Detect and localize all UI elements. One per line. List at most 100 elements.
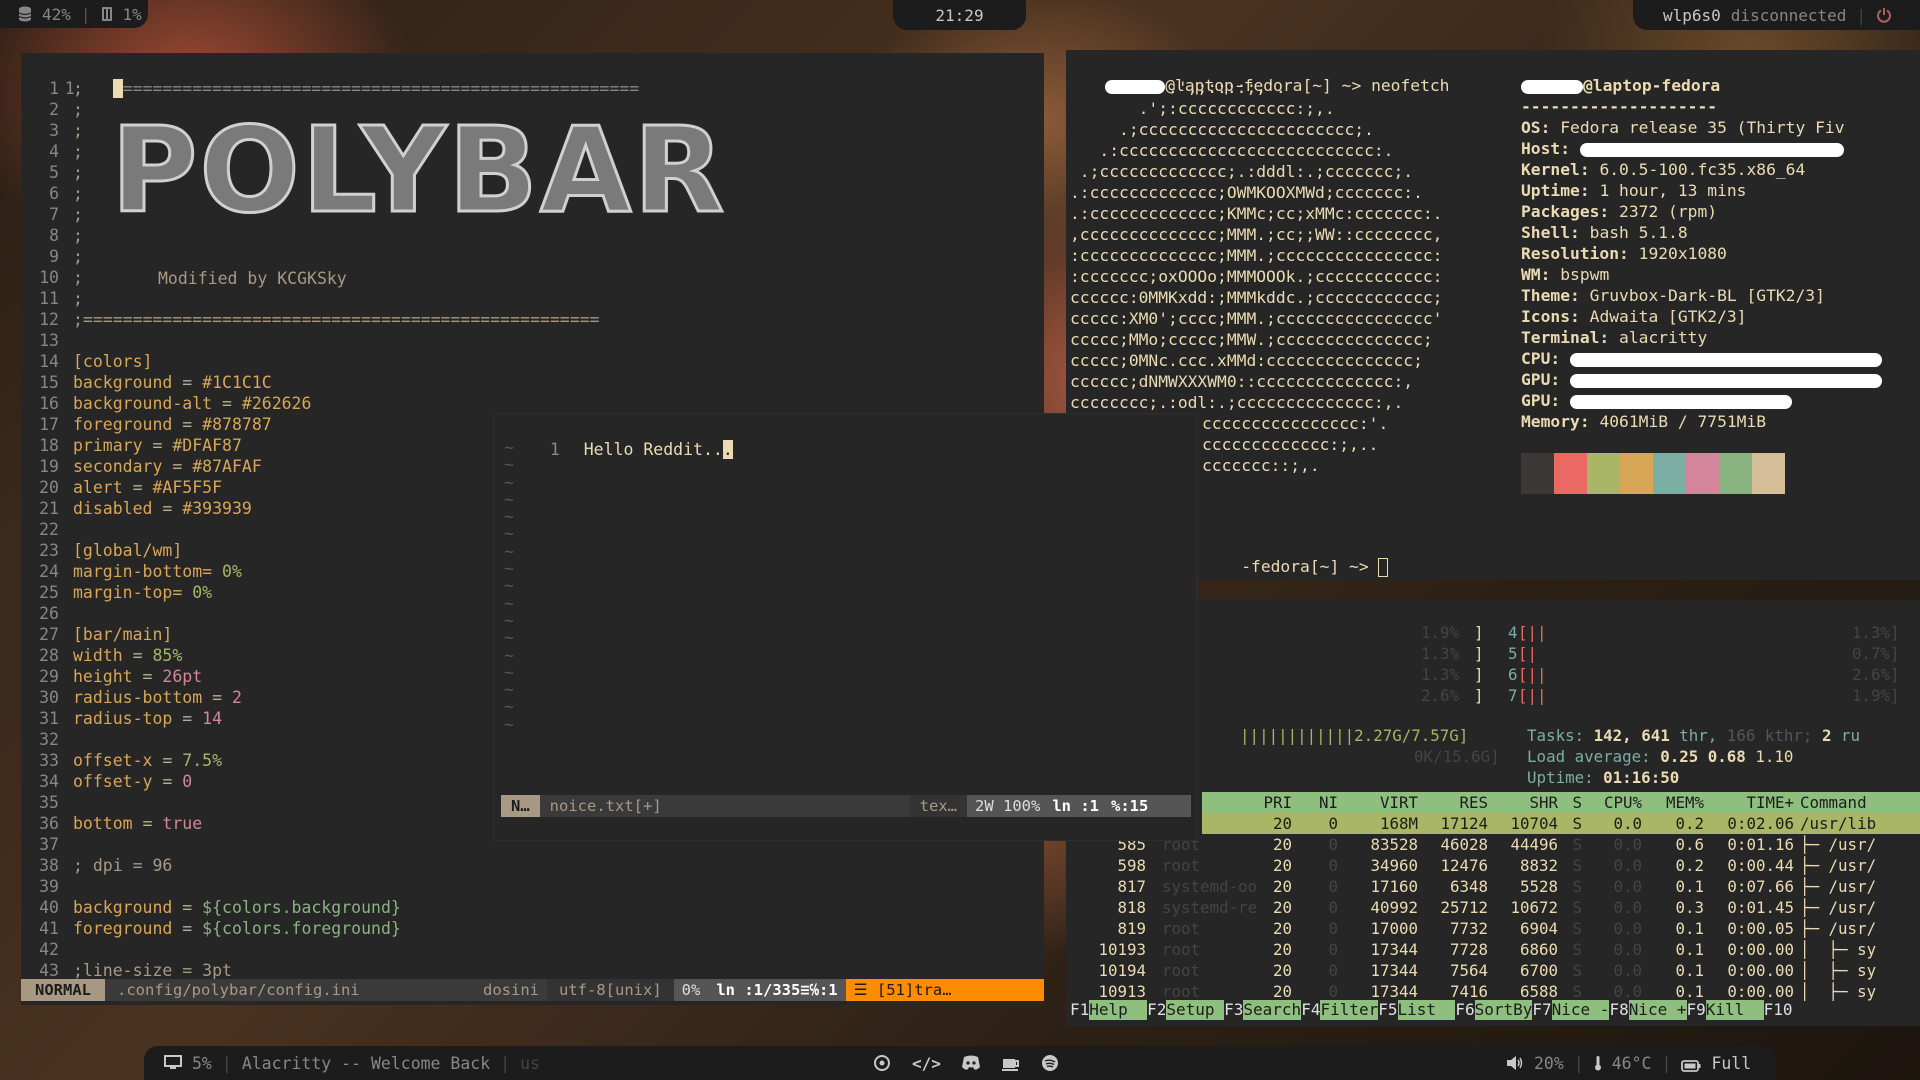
line-number: 15 — [39, 373, 59, 392]
tilde-marker: ~ — [504, 507, 514, 527]
process-s: S — [1572, 940, 1582, 959]
terminal-prompt: @laptop-fedora[~] ~> neofetch — [1066, 54, 1920, 95]
editor-header-line: 1 ======================================… — [21, 57, 1044, 98]
config-key: height — [73, 667, 133, 686]
process-cmd: ├─ /usr/ — [1800, 856, 1877, 875]
word-info: 2W 100% — [967, 795, 1049, 817]
process-row[interactable]: 10913 root 20 0 17344 7416 6588 S 0.0 0.1 0:00.00 │… — [1066, 981, 1920, 1002]
monitor-icon — [164, 1055, 182, 1071]
process-row[interactable]: 10193 root 20 0 17344 7728 6860 S 0.0 0.1 0:00.00 │… — [1066, 939, 1920, 960]
discord-icon[interactable] — [961, 1054, 981, 1072]
palette-swatch — [1620, 453, 1653, 494]
line-number: 25 — [39, 583, 59, 602]
tilde-marker: ~ — [504, 472, 514, 492]
line-number: 7 — [49, 205, 59, 224]
info-row: Uptime: 1 hour, 13 mins — [1521, 180, 1882, 201]
process-user: root — [1162, 919, 1201, 938]
process-table[interactable]: 20 0 168M 17124 10704 S 0.0 0.2 0:02.06/usr/lib 5… — [1066, 813, 1920, 1002]
tilde-marker: ~ — [504, 541, 514, 561]
fkey-f8[interactable]: F8 Nice + — [1609, 1000, 1687, 1020]
process-res: 7416 — [1449, 982, 1488, 1001]
process-row[interactable]: 20 0 168M 17124 10704 S 0.0 0.2 0:02.06/usr/lib — [1202, 813, 1920, 834]
terminal-prompt-2[interactable]: -fedora[~] ~> — [1202, 535, 1389, 577]
line-number: 33 — [39, 751, 59, 770]
process-user: root — [1162, 961, 1201, 980]
load5: 0.68 — [1707, 747, 1746, 766]
fkey-f7[interactable]: F7 Nice - — [1532, 1000, 1610, 1020]
process-ni: 0 — [1328, 961, 1338, 980]
equals-sign: = — [122, 478, 153, 497]
power-icon[interactable] — [1876, 7, 1892, 23]
cpu-bar: [| — [1518, 644, 1538, 663]
line-number: 36 — [39, 814, 59, 833]
config-value: #87AFAF — [192, 457, 262, 476]
equals-sign — [182, 583, 192, 602]
logo-line: cccccc:0MMKxdd:;MMMkddc.;cccccccccccc; — [1070, 288, 1443, 307]
equals-sign: = — [172, 709, 203, 728]
process-pri: 20 — [1272, 919, 1292, 938]
spotify-icon[interactable] — [1041, 1054, 1059, 1072]
process-ni: 0 — [1328, 835, 1338, 854]
editor-line: 9; — [21, 246, 1044, 267]
config-key: foreground — [73, 415, 173, 434]
fkey-f2[interactable]: F2 Setup — [1147, 1000, 1225, 1020]
equals-sign: = — [122, 646, 153, 665]
process-row[interactable]: 10194 root 20 0 17344 7564 6700 S 0.0 0.1 0:00.00 │… — [1066, 960, 1920, 981]
process-res: 17124 — [1440, 814, 1488, 833]
cpu-percent: 2.6% — [1421, 686, 1460, 705]
editor-line: 43 ;line-size = 3pt — [21, 960, 1044, 981]
process-row[interactable]: 817 systemd-oo 20 0 17160 6348 5528 S 0.0 0.1 0:07… — [1066, 876, 1920, 897]
process-time: 0:01.45 — [1727, 898, 1794, 917]
column-header: NI — [1318, 793, 1338, 812]
line-number: 37 — [39, 835, 59, 854]
process-row[interactable]: 818 systemd-re 20 0 40992 25712 10672 S 0.0 0.3 0:… — [1066, 897, 1920, 918]
tilde-marker: ~ — [504, 697, 514, 717]
column-header: CPU% — [1603, 793, 1642, 812]
process-pid: 818 — [1117, 898, 1146, 917]
neofetch-info: @laptop-fedora -------------------- OS: … — [1521, 75, 1883, 432]
process-row[interactable]: 819 root 20 0 17000 7732 6904 S 0.0 0.1 0:00.05 ├─ … — [1066, 918, 1920, 939]
fkey-f4[interactable]: F4 Filter — [1301, 1000, 1379, 1020]
divider: | — [221, 1053, 232, 1073]
filetype: dosini — [483, 981, 539, 999]
process-s: S — [1572, 814, 1582, 833]
float-editor-line[interactable]: 1 Hello Reddit... — [494, 418, 1196, 459]
process-row[interactable]: 598 root 20 0 34960 12476 8832 S 0.0 0.2 0:00.44 ├─… — [1066, 855, 1920, 876]
fkey-f10[interactable]: F10 — [1764, 1000, 1793, 1020]
config-key: secondary — [73, 457, 163, 476]
line-number: 4 — [49, 142, 59, 161]
battery-icon — [1681, 1057, 1701, 1072]
volume-icon[interactable] — [1506, 1055, 1524, 1071]
info-label: Theme: — [1521, 286, 1580, 305]
tilde-marker: ~ — [504, 559, 514, 579]
info-label: Packages: — [1521, 202, 1610, 221]
logo-line: .;cccccccccccccccccccccc;. — [1070, 120, 1374, 139]
warning-indicator: ☰ [51]tra… — [845, 979, 1044, 1001]
process-time: 0:00.00 — [1727, 940, 1794, 959]
fkey-f3[interactable]: F3 Search — [1224, 1000, 1302, 1020]
info-value: Adwaita [GTK2/3] — [1589, 307, 1747, 326]
cpu-percent: 1.9%] — [1852, 686, 1900, 705]
line-number: 29 — [39, 667, 59, 686]
fkey-f6[interactable]: F6 SortBy — [1455, 1000, 1533, 1020]
fkey-f1[interactable]: F1 Help — [1070, 1000, 1148, 1020]
line-number: 26 — [39, 604, 59, 623]
cpu-usage: 5% — [192, 1053, 212, 1073]
coffee-icon[interactable] — [1001, 1054, 1021, 1072]
logo-tail: cccccccccccccccc:'. ccccccccccccc:;,.. ccc… — [1202, 413, 1388, 476]
config-value: 0 — [182, 772, 193, 791]
equals-sign: = — [162, 457, 193, 476]
process-cmd: ├─ /usr/ — [1800, 898, 1877, 917]
floating-editor-window[interactable]: 1 Hello Reddit... ~ ~ ~ ~ ~ ~ ~ ~ ~ ~ ~ ~ ~ ~ ~ ~ ~ N… no… — [494, 414, 1196, 840]
line-number: 13 — [39, 331, 59, 350]
tilde-marker: ~ — [504, 489, 514, 509]
fkey-f9[interactable]: F9 Kill — [1687, 1000, 1764, 1020]
equals-sign: = — [152, 751, 183, 770]
redacted-value — [1579, 142, 1844, 157]
fedora-icon[interactable] — [872, 1054, 892, 1072]
line-text: ; — [73, 205, 83, 224]
fkey-f5[interactable]: F5 List — [1378, 1000, 1456, 1020]
logo-line: cccccc;dNMWXXXWM0::cccccccccccccc:, — [1070, 372, 1414, 391]
thermometer-icon — [1594, 1055, 1602, 1071]
code-icon[interactable]: </> — [912, 1054, 941, 1073]
